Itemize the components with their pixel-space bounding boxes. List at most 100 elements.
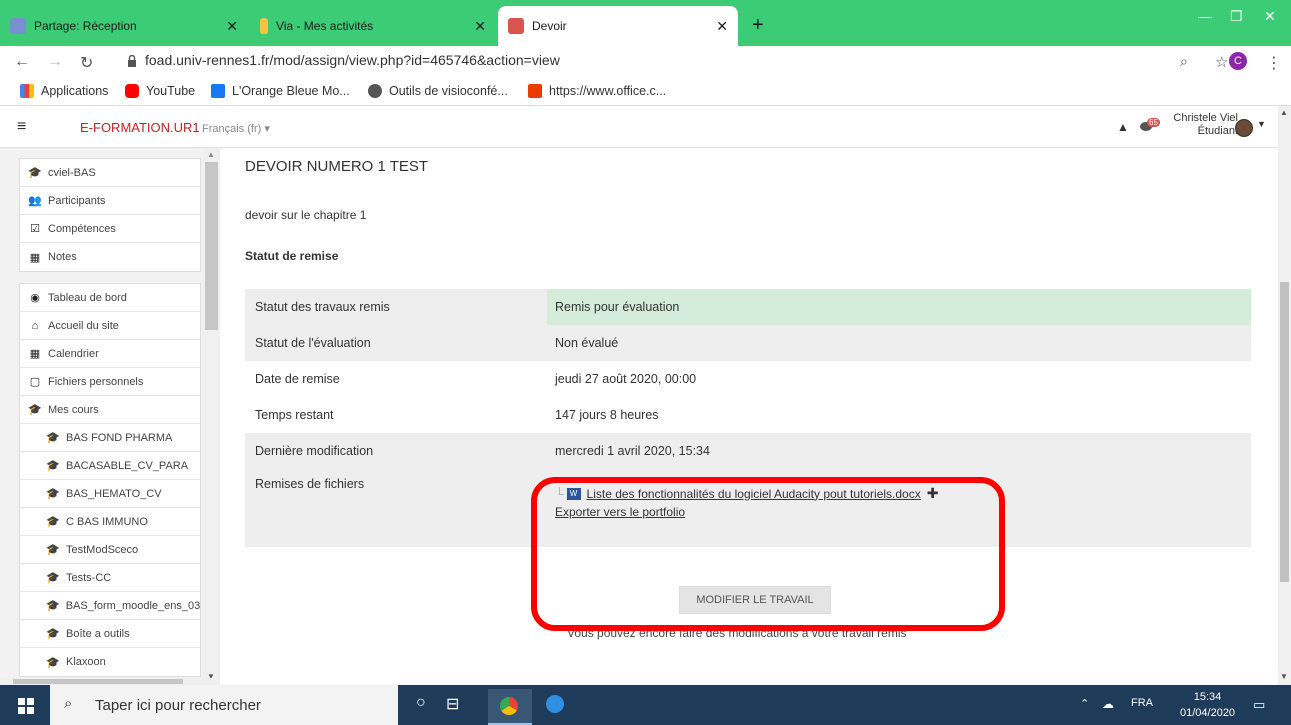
star-icon[interactable]: ☆ <box>1215 53 1228 71</box>
sidebar-item[interactable]: 🎓 Tests-CC <box>20 564 200 592</box>
chevron-down-icon[interactable]: ▼ <box>1257 119 1266 129</box>
bookmark-youtube[interactable]: YouTube <box>125 84 195 98</box>
cloud-icon[interactable]: ☁ <box>1102 697 1114 711</box>
nav-icon: ☑ <box>30 223 40 235</box>
chrome-taskbar-button[interactable] <box>488 689 532 725</box>
site-nav-group: ◉ Tableau de bord ⌂ Accueil du site ▦ Calendr… <box>19 283 201 677</box>
sidebar-item-label: BACASABLE_CV_PARA <box>66 459 189 472</box>
apps-grid-icon <box>20 84 34 98</box>
sidebar-item[interactable]: 🎓 BAS_HEMATO_CV <box>20 480 200 508</box>
site-brand[interactable]: E-FORMATION.UR1 <box>80 120 200 135</box>
restore-icon[interactable]: ❐ <box>1230 8 1243 25</box>
new-tab-button[interactable]: + <box>752 14 764 37</box>
sidebar-item[interactable]: 🎓 Mes cours <box>20 396 200 424</box>
clock-time: 15:34 <box>1193 691 1222 703</box>
table-row: Statut des travaux remis Remis pour éval… <box>245 289 1251 325</box>
main-content: DEVOIR NUMERO 1 TEST devoir sur le chapi… <box>222 148 1278 685</box>
bookmark-orange-bleue[interactable]: L'Orange Bleue Mo... <box>211 84 350 98</box>
sidebar-item[interactable]: 🎓 BAS_form_moodle_ens_03_20 <box>20 592 200 620</box>
nav-icon: ◉ <box>30 292 40 304</box>
close-icon[interactable]: ✕ <box>474 18 486 35</box>
bookmark-office[interactable]: https://www.office.c... <box>528 84 666 98</box>
scroll-up-icon[interactable]: ▲ <box>1280 108 1288 117</box>
sidebar-h-scrollbar[interactable] <box>0 678 220 685</box>
sidebar-item[interactable]: 🎓 C BAS IMMUNO <box>20 508 200 536</box>
nav-icon: ▢ <box>29 376 41 388</box>
sidebar-item[interactable]: 🎓 Boîte a outils <box>20 620 200 648</box>
back-icon[interactable]: ← <box>14 53 30 71</box>
windows-start-icon[interactable] <box>18 698 34 714</box>
tab-partage[interactable]: Partage: Réception ✕ <box>0 6 248 46</box>
nav-icon: 🎓 <box>28 404 42 416</box>
language-indicator[interactable]: FRA <box>1131 697 1153 709</box>
sidebar-item[interactable]: 🎓 BAS FOND PHARMA <box>20 424 200 452</box>
taskbar-search[interactable]: ⌕ Taper ici pour rechercher <box>50 685 398 725</box>
sidebar-item-label: BAS_HEMATO_CV <box>66 487 162 500</box>
sidebar-item[interactable]: ⌂ Accueil du site <box>20 312 200 340</box>
scroll-up-icon[interactable]: ▲ <box>207 150 215 159</box>
window-close-icon[interactable]: ✕ <box>1264 8 1276 25</box>
hamburger-icon[interactable]: ≡ <box>17 118 26 136</box>
moodle-icon <box>508 18 524 34</box>
forward-icon[interactable]: → <box>47 53 63 71</box>
tab-label: Partage: Réception <box>34 19 137 33</box>
nav-icon: 🎓 <box>46 488 60 500</box>
sidebar-item[interactable]: ▢ Fichiers personnels <box>20 368 200 396</box>
task-view-icon[interactable]: ⊟ <box>446 694 459 714</box>
clock[interactable]: 15:34 01/04/2020 <box>1180 689 1235 721</box>
nav-icon: ▦ <box>29 251 41 264</box>
sidebar-item[interactable]: 🎓 BACASABLE_CV_PARA <box>20 452 200 480</box>
tab-via[interactable]: Via - Mes activités ✕ <box>250 6 496 46</box>
reload-icon[interactable]: ↻ <box>80 53 93 73</box>
user-menu[interactable]: Christele Viel Étudiant <box>1173 112 1238 138</box>
facebook-icon <box>211 84 225 98</box>
page-scrollbar[interactable]: ▲ ▼ <box>1278 106 1291 685</box>
scroll-thumb[interactable] <box>1280 282 1289 582</box>
row-value: 147 jours 8 heures <box>555 408 659 422</box>
tab-devoir[interactable]: Devoir ✕ <box>498 6 738 46</box>
minimize-icon[interactable]: — <box>1198 8 1212 24</box>
sidebar-item[interactable]: 🎓 cviel-BAS <box>20 159 200 187</box>
table-row: Dernière modification mercredi 1 avril 2… <box>245 433 1251 469</box>
sidebar-item[interactable]: 🎓 Klaxoon <box>20 648 200 676</box>
notification-center-icon[interactable]: ▭ <box>1253 697 1265 713</box>
sidebar-item[interactable]: 🎓 TestModSceco <box>20 536 200 564</box>
assignment-description: devoir sur le chapitre 1 <box>245 208 367 222</box>
menu-icon[interactable]: ⋮ <box>1266 53 1282 73</box>
nav-icon: 🎓 <box>46 628 60 640</box>
clock-date: 01/04/2020 <box>1180 707 1236 719</box>
close-icon[interactable]: ✕ <box>226 18 238 35</box>
edge-icon[interactable] <box>546 695 564 713</box>
search-icon: ⌕ <box>64 695 73 712</box>
scroll-thumb[interactable] <box>13 679 183 684</box>
sidebar-scrollbar[interactable]: ▲ ▼ <box>203 148 220 685</box>
sidebar-item[interactable]: ▦ Notes <box>20 243 200 271</box>
avatar[interactable] <box>1235 119 1253 137</box>
cortana-icon[interactable]: ○ <box>416 694 426 712</box>
close-icon[interactable]: ✕ <box>716 18 728 35</box>
scroll-down-icon[interactable]: ▼ <box>1280 672 1288 681</box>
scroll-thumb[interactable] <box>205 162 218 330</box>
chevron-up-icon[interactable]: ⌃ <box>1080 697 1089 710</box>
sidebar-item[interactable]: ☑ Compétences <box>20 215 200 243</box>
bookmark-applications[interactable]: Applications <box>20 84 108 98</box>
zoom-icon[interactable]: ⌕ <box>1180 53 1188 70</box>
bookmark-visio[interactable]: Outils de visioconfé... <box>368 84 508 98</box>
nav-icon: 🎓 <box>46 600 60 612</box>
bell-icon[interactable]: ▲ <box>1117 120 1129 134</box>
user-name: Christele Viel <box>1173 112 1238 124</box>
sidebar-item[interactable]: ◉ Tableau de bord <box>20 284 200 312</box>
language-menu[interactable]: Français (fr) ▾ <box>202 122 270 135</box>
profile-avatar[interactable]: C <box>1229 52 1247 70</box>
url-field[interactable]: foad.univ-rennes1.fr/mod/assign/view.php… <box>145 52 560 68</box>
globe-icon <box>368 84 382 98</box>
bookmarks-bar: Applications YouTube L'Orange Bleue Mo..… <box>0 76 1291 106</box>
course-nav-group: 🎓 cviel-BAS 👥 Participants ☑ Compétences ▦ Note… <box>19 158 201 272</box>
row-value: Remis pour évaluation <box>547 289 1251 325</box>
sidebar-item[interactable]: ▦ Calendrier <box>20 340 200 368</box>
messages-icon[interactable]: 65 <box>1140 118 1162 132</box>
bookmark-label: Outils de visioconfé... <box>389 84 508 98</box>
browser-tab-bar: Partage: Réception ✕ Via - Mes activités… <box>0 0 1291 46</box>
office-icon <box>528 84 542 98</box>
sidebar-item[interactable]: 👥 Participants <box>20 187 200 215</box>
